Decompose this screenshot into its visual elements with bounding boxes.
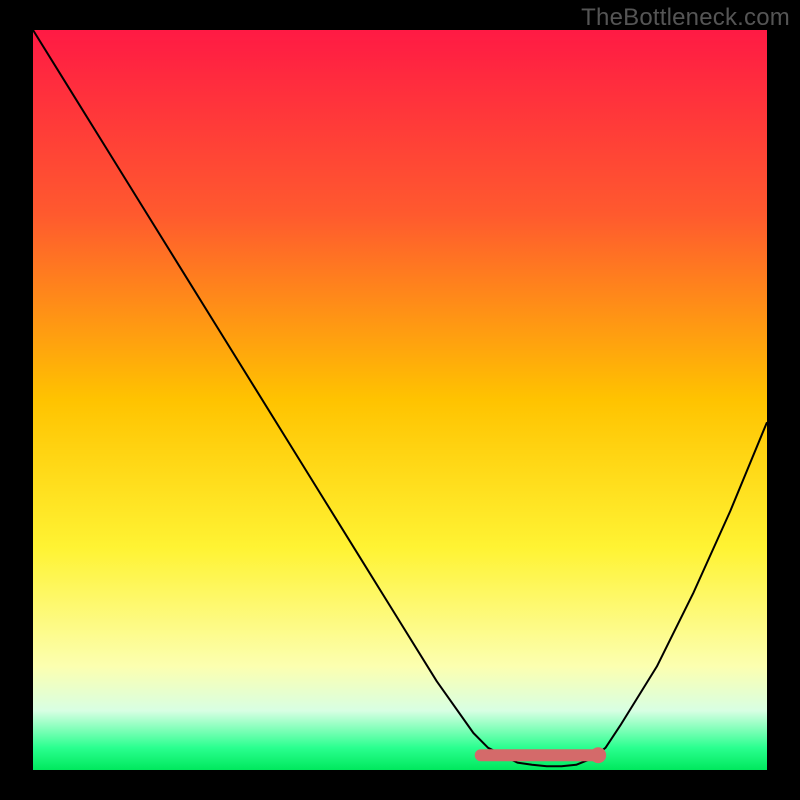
chart-canvas <box>0 0 800 800</box>
bottleneck-chart: TheBottleneck.com <box>0 0 800 800</box>
plot-gradient-bg <box>33 30 767 770</box>
optimal-zone-dot <box>590 747 606 763</box>
watermark-text: TheBottleneck.com <box>581 4 790 32</box>
